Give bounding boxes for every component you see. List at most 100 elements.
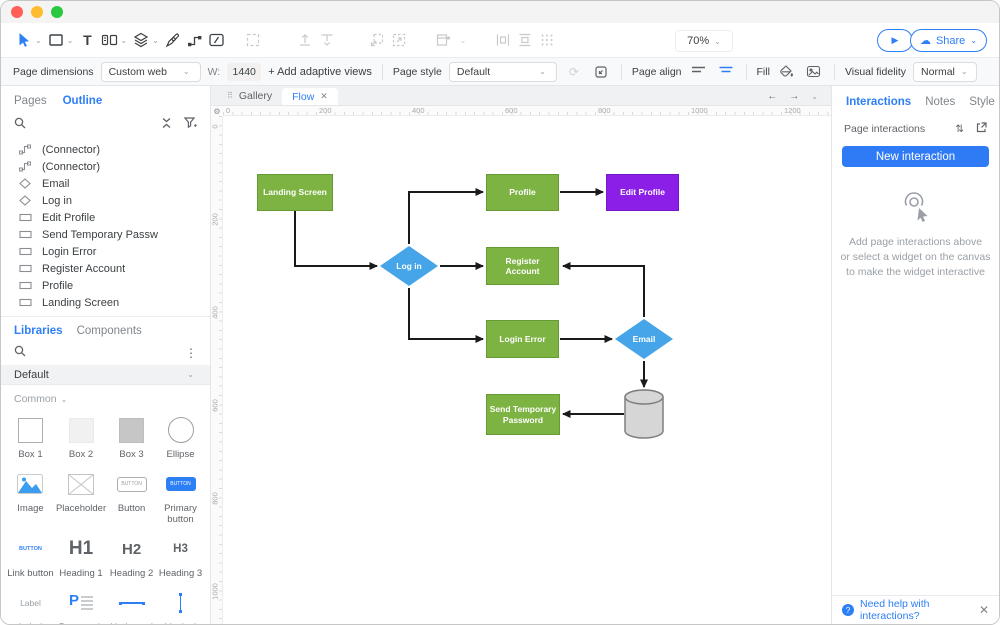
component-heading-2[interactable]: H2Heading 2 [107, 528, 156, 582]
select-tool-icon[interactable] [13, 29, 35, 51]
box3-icon [119, 415, 144, 445]
pen-tool-icon[interactable] [162, 29, 184, 51]
tab-forward-icon[interactable]: → [789, 91, 799, 102]
tab-interactions[interactable]: Interactions [846, 96, 911, 108]
collapse-corner-icon[interactable] [591, 62, 611, 82]
share-button-label: Share [936, 35, 965, 47]
component-tool-dropdown[interactable]: ⌄ [120, 36, 127, 45]
new-interaction-button[interactable]: New interaction [842, 146, 989, 167]
collapse-all-icon[interactable] [161, 116, 172, 134]
filter-icon[interactable] [184, 116, 197, 134]
open-external-icon[interactable] [976, 122, 987, 136]
connector-landing-screen-to-log-in [295, 211, 377, 266]
distribute-vertical-icon [515, 30, 535, 50]
tab-libraries[interactable]: Libraries [14, 325, 63, 337]
component-label[interactable]: LabelLabel [6, 582, 55, 624]
text-tool-icon[interactable]: T [76, 29, 98, 51]
outline-item[interactable]: Profile [1, 277, 210, 294]
help-link[interactable]: Need help with interactions? [860, 598, 973, 622]
tab-pages[interactable]: Pages [14, 95, 47, 107]
tab-components[interactable]: Components [77, 325, 142, 337]
component-ellipse[interactable]: Ellipse [156, 409, 205, 463]
page-canvas[interactable]: Landing ScreenProfileEdit ProfileLog inR… [223, 116, 831, 624]
slash-shape-tool-icon[interactable] [206, 29, 228, 51]
outline-item[interactable]: Email [1, 175, 210, 192]
outline-item[interactable]: (Connector) [1, 141, 210, 158]
tab-gallery[interactable]: ⠿ Gallery [217, 86, 282, 105]
shape-tool-dropdown[interactable]: ⌄ [67, 36, 74, 45]
share-button[interactable]: ☁ Share ⌄ [910, 29, 987, 52]
vline-icon [179, 588, 182, 618]
close-window-button[interactable] [11, 6, 23, 18]
flow-node-login-error[interactable]: Login Error [486, 320, 559, 358]
component-paragraph[interactable]: PParagraph [55, 582, 107, 624]
rect-icon [19, 212, 33, 223]
page-dimensions-select[interactable]: Custom web⌄ [101, 62, 201, 82]
minimize-window-button[interactable] [31, 6, 43, 18]
outline-item[interactable]: Landing Screen [1, 294, 210, 311]
page-align-center-button[interactable] [716, 62, 736, 82]
outline-item[interactable]: Edit Profile [1, 209, 210, 226]
maximize-window-button[interactable] [51, 6, 63, 18]
marquee-select-icon [243, 30, 263, 50]
connector-tool-icon[interactable] [184, 29, 206, 51]
flow-node-register-account[interactable]: Register Account [486, 247, 559, 285]
outline-item[interactable]: Register Account [1, 260, 210, 277]
flow-node-send-temporary-password[interactable]: Send Temporary Password [486, 394, 560, 435]
library-search-icon[interactable] [14, 344, 26, 362]
close-tab-icon[interactable]: ✕ [320, 91, 328, 102]
component-image[interactable]: Image [6, 463, 55, 528]
outline-item[interactable]: Login Error [1, 243, 210, 260]
page-style-select[interactable]: Default⌄ [449, 62, 557, 82]
fill-color-icon[interactable] [777, 62, 797, 82]
library-select[interactable]: Default⌄ [1, 365, 210, 385]
outline-list: (Connector)(Connector)EmailLog inEdit Pr… [1, 138, 210, 313]
layers-tool-icon[interactable] [130, 29, 152, 51]
search-icon[interactable] [14, 116, 26, 134]
component-placeholder[interactable]: Placeholder [55, 463, 107, 528]
sort-icon[interactable]: ⇅ [955, 123, 964, 135]
outline-item[interactable]: (Connector) [1, 158, 210, 175]
rectangle-tool-icon[interactable] [45, 29, 67, 51]
close-help-icon[interactable]: ✕ [979, 603, 989, 617]
tab-notes[interactable]: Notes [925, 96, 955, 108]
layers-tool-dropdown[interactable]: ⌄ [152, 36, 159, 45]
tab-list-icon[interactable]: ⌄ [811, 92, 818, 101]
flow-node-edit-profile[interactable]: Edit Profile [606, 174, 679, 211]
ellipse-icon [168, 415, 194, 445]
width-input[interactable]: 1440 [227, 63, 261, 81]
select-tool-dropdown[interactable]: ⌄ [35, 36, 42, 45]
component-box-2[interactable]: Box 2 [55, 409, 107, 463]
zoom-control[interactable]: 70% ⌄ [675, 30, 733, 52]
flow-node-landing-screen[interactable]: Landing Screen [257, 174, 333, 211]
tab-back-icon[interactable]: ← [767, 91, 777, 102]
interaction-hint-line3: to make the widget interactive [840, 265, 991, 280]
outline-item[interactable]: Send Temporary Passw [1, 226, 210, 243]
canvas-tabbar: ⠿ Gallery Flow ✕ ← → ⌄ [211, 86, 831, 106]
common-section-header[interactable]: Common⌄ [1, 385, 210, 406]
fill-image-icon[interactable] [804, 62, 824, 82]
tab-style[interactable]: Style [969, 96, 995, 108]
library-menu-icon[interactable]: ⋮ [185, 346, 197, 360]
visual-fidelity-select[interactable]: Normal⌄ [913, 62, 977, 82]
tab-flow[interactable]: Flow ✕ [282, 88, 338, 105]
add-adaptive-views-button[interactable]: + Add adaptive views [268, 66, 372, 78]
component-button[interactable]: BUTTONButton [107, 463, 156, 528]
ruler-settings-gear-icon[interactable]: ⚙ [211, 106, 223, 116]
component-tool-icon[interactable] [98, 29, 120, 51]
component-vertical-line[interactable]: Vertical line [156, 582, 205, 624]
outline-item[interactable]: Log in [1, 192, 210, 209]
component-primary-button[interactable]: BUTTONPrimary button [156, 463, 205, 528]
component-box-1[interactable]: Box 1 [6, 409, 55, 463]
component-horizontal-line[interactable]: Horizontal line [107, 582, 156, 624]
flow-node-profile[interactable]: Profile [486, 174, 559, 211]
component-heading-1[interactable]: H1Heading 1 [55, 528, 107, 582]
component-box-3[interactable]: Box 3 [107, 409, 156, 463]
component-heading-3[interactable]: H3Heading 3 [156, 528, 205, 582]
horizontal-ruler: 020040060080010001200 [223, 106, 831, 116]
preview-button[interactable]: ▶ [877, 29, 913, 52]
page-align-left-button[interactable] [689, 62, 709, 82]
vertical-ruler: 02004006008001000 [211, 116, 223, 624]
component-link-button[interactable]: BUTTONLink button [6, 528, 55, 582]
tab-outline[interactable]: Outline [63, 95, 103, 107]
